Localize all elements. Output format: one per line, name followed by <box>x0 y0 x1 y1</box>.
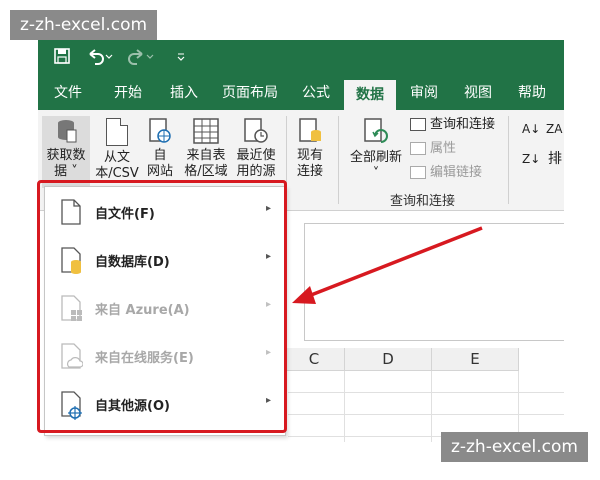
watermark-bottom: z-zh-excel.com <box>440 432 588 462</box>
annotation-arrow <box>292 226 483 304</box>
